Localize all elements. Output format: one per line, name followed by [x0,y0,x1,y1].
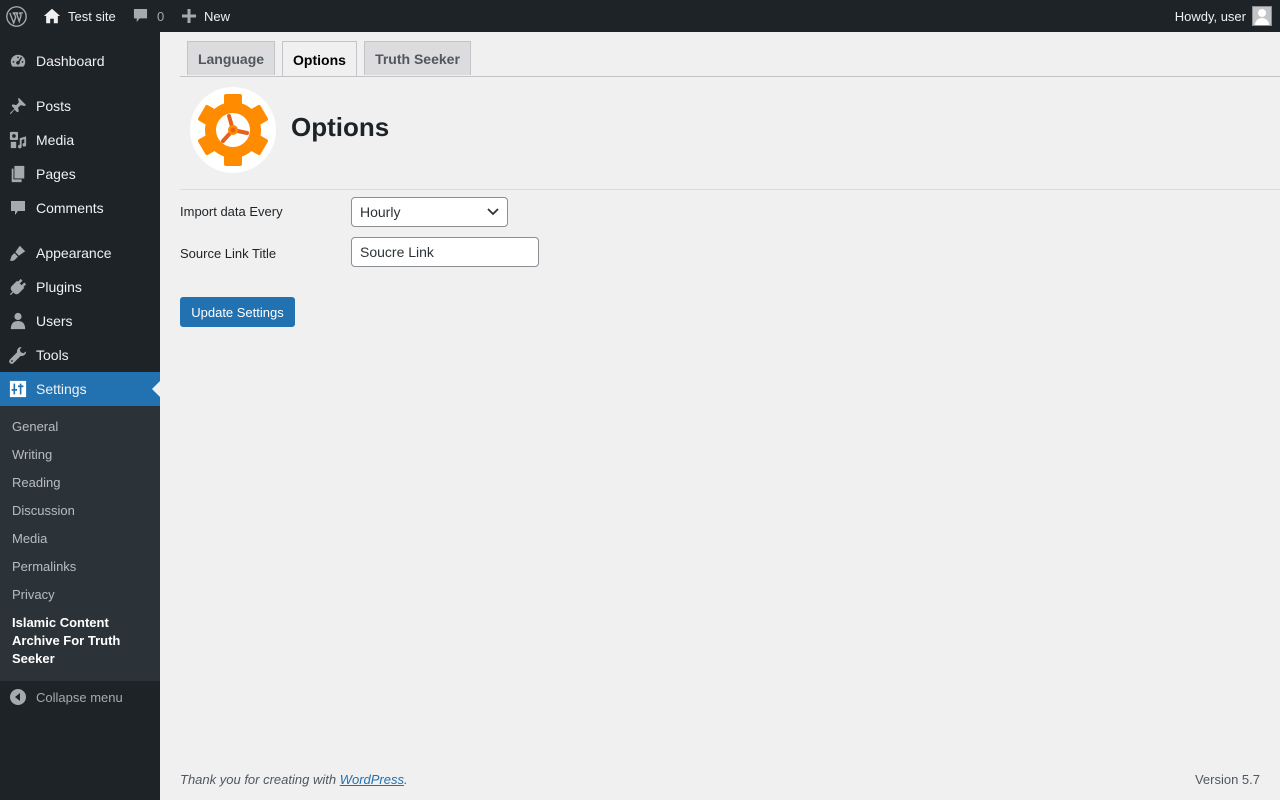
settings-submenu: General Writing Reading Discussion Media… [0,406,160,681]
pushpin-icon [0,97,36,115]
submenu-item-writing[interactable]: Writing [12,446,152,464]
menu-label: Tools [36,347,69,363]
menu-label: Appearance [36,245,112,261]
import-frequency-value: Hourly [360,204,401,220]
main-content: Language Options Truth Seeker Options Im… [160,32,1280,800]
tab-options[interactable]: Options [282,41,357,77]
avatar [1252,6,1272,26]
menu-label: Posts [36,98,72,114]
paintbrush-icon [0,244,36,262]
collapse-arrow-icon [0,689,36,705]
submenu-item-islamic-content-archive[interactable]: Islamic Content Archive For Truth Seeker [12,614,142,668]
tab-divider [180,76,1280,77]
menu-item-comments[interactable]: Comments [0,191,160,225]
new-content-link[interactable]: New [182,0,230,32]
site-name-label: Test site [68,8,116,24]
plugin-icon [0,278,36,296]
media-icon [0,131,36,149]
update-settings-button[interactable]: Update Settings [180,297,295,327]
comment-icon [0,200,36,217]
menu-label: Dashboard [36,53,105,69]
settings-icon [0,380,36,398]
source-link-title-input[interactable] [351,237,539,267]
source-link-title-label: Source Link Title [180,246,277,261]
footer-thanks: Thank you for creating with WordPress. [180,772,408,787]
menu-item-media[interactable]: Media [0,123,160,157]
import-frequency-label: Import data Every [180,204,283,219]
section-divider [180,189,1280,190]
wordpress-logo-icon[interactable] [6,0,27,32]
footer-version: Version 5.7 [1194,772,1260,787]
menu-label: Media [36,132,75,148]
tab-language[interactable]: Language [187,41,275,75]
home-icon [43,8,61,24]
menu-item-dashboard[interactable]: Dashboard [0,44,160,78]
collapse-menu-label: Collapse menu [36,689,123,705]
menu-item-tools[interactable]: Tools [0,338,160,372]
menu-label: Plugins [36,279,82,295]
collapse-menu-button[interactable]: Collapse menu [0,685,160,709]
menu-item-pages[interactable]: Pages [0,157,160,191]
menu-item-users[interactable]: Users [0,304,160,338]
new-content-label: New [204,8,231,24]
menu-label: Pages [36,166,76,182]
submenu-item-privacy[interactable]: Privacy [12,586,152,604]
menu-item-plugins[interactable]: Plugins [0,270,160,304]
menu-label: Users [36,313,73,329]
footer-thanks-prefix: Thank you for creating with [180,772,340,787]
menu-item-appearance[interactable]: Appearance [0,236,160,270]
import-frequency-select[interactable]: Hourly [351,197,508,227]
menu-label: Comments [36,200,104,216]
comment-icon [133,8,148,23]
comments-count: 0 [157,8,165,24]
menu-label: Settings [36,381,87,397]
wrench-icon [0,346,36,364]
wordpress-link[interactable]: WordPress [340,772,404,787]
chevron-down-icon [487,208,499,216]
howdy-label: Howdy, user [1174,8,1246,24]
tab-truth-seeker[interactable]: Truth Seeker [364,41,471,75]
submenu-item-media[interactable]: Media [12,530,152,548]
user-icon [0,312,36,330]
admin-bar: Test site 0 New Howdy, user [0,0,1280,32]
comments-link[interactable]: 0 [133,0,164,32]
menu-item-posts[interactable]: Posts [0,89,160,123]
submenu-item-reading[interactable]: Reading [12,474,152,492]
submenu-item-permalinks[interactable]: Permalinks [12,558,152,576]
dashboard-icon [0,52,36,70]
site-name-link[interactable]: Test site [43,0,116,32]
pages-icon [0,165,36,183]
menu-item-settings[interactable]: Settings [0,372,160,406]
my-account-link[interactable]: Howdy, user [1175,0,1272,32]
gear-icon [190,87,276,173]
admin-menu: Dashboard Posts Media Pages Comments App… [0,32,160,800]
submenu-item-discussion[interactable]: Discussion [12,502,152,520]
page-title: Options [291,112,390,142]
submenu-item-general[interactable]: General [12,418,152,436]
footer-thanks-suffix: . [404,772,408,787]
plus-icon [182,9,196,23]
